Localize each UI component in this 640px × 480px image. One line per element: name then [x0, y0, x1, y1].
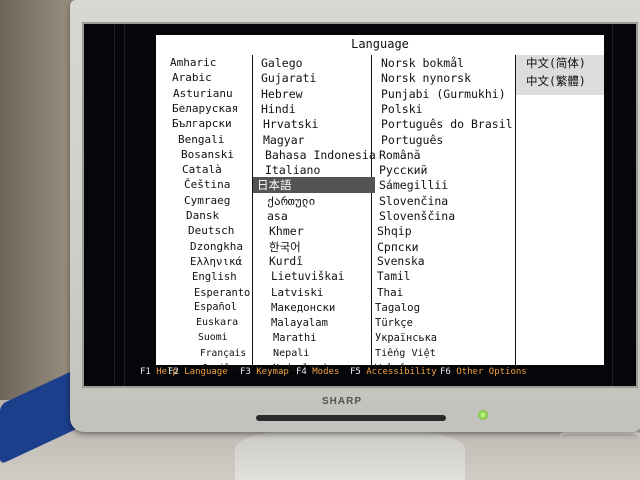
language-option[interactable]: Punjabi (Gurmukhi)	[371, 86, 525, 102]
language-option[interactable]: Tamil	[371, 269, 521, 285]
fkey-keymap[interactable]: F3 Keymap	[240, 367, 289, 377]
language-option[interactable]: 한국어	[253, 239, 387, 255]
language-column-4: 中文(简体) 中文(繁體)	[516, 55, 604, 365]
language-option[interactable]: Thai	[371, 285, 521, 301]
fkey-label: Other Options	[456, 367, 527, 377]
language-option[interactable]: Türkçe	[371, 315, 519, 331]
language-option[interactable]: Português	[371, 132, 525, 148]
language-option[interactable]: Khmer	[253, 223, 387, 239]
monitor-brand: SHARP	[322, 396, 363, 407]
language-option[interactable]: Kurdî	[253, 254, 387, 270]
screen-scanline	[114, 24, 115, 386]
language-option[interactable]: Bahasa Indonesia	[253, 147, 383, 163]
language-option[interactable]: Sámegillii	[371, 177, 523, 193]
language-option[interactable]: Hindi	[253, 101, 379, 117]
language-option[interactable]: Galego	[253, 55, 379, 71]
white-cable	[560, 430, 640, 444]
language-option[interactable]: asa	[253, 208, 385, 224]
fkey-key: F1	[140, 367, 157, 377]
language-option[interactable]: Malayalam	[253, 315, 389, 331]
language-option[interactable]: Svenska	[371, 254, 521, 270]
fkey-key: F3	[240, 367, 257, 377]
language-option[interactable]: 中文(繁體)	[516, 73, 614, 89]
language-option[interactable]: Українська	[371, 330, 519, 346]
fkey-other-options[interactable]: F6 Other Options	[440, 367, 527, 377]
language-column-3: Norsk bokmål Norsk nynorsk Punjabi (Gurmuk…	[371, 55, 519, 374]
language-option[interactable]: Norsk nynorsk	[371, 70, 525, 86]
language-option[interactable]: Polski	[371, 101, 525, 117]
language-option[interactable]: Norsk bokmål	[371, 55, 525, 71]
language-option[interactable]: Amharic	[156, 55, 266, 71]
language-option[interactable]: Русский	[371, 162, 523, 178]
language-option[interactable]: Gujarati	[253, 70, 379, 86]
fkey-label: Accessibility	[366, 367, 437, 377]
language-option[interactable]: 中文(简体)	[516, 55, 614, 71]
fkey-accessibility[interactable]: F5 Accessibility	[350, 367, 437, 377]
language-option[interactable]: Lietuviškai	[253, 269, 389, 285]
language-option[interactable]: Tiếng Việt	[371, 346, 519, 362]
power-led-icon	[478, 410, 488, 420]
language-option[interactable]: Italiano	[253, 162, 383, 178]
fkey-key: F4	[296, 367, 313, 377]
monitor-stand	[235, 428, 465, 480]
language-option[interactable]: Shqip	[371, 223, 521, 239]
fkey-key: F5	[350, 367, 367, 377]
fkey-label: Modes	[312, 367, 340, 377]
monitor-screen: Language Amharic Arabic Asturianu Беларуска…	[82, 22, 638, 388]
dialog-title: Language	[351, 37, 409, 51]
language-option[interactable]: Српски	[371, 239, 521, 255]
fkey-key: F2	[168, 367, 185, 377]
language-column-1: Amharic Arabic Asturianu Беларуская Българск…	[156, 55, 252, 374]
monitor-button-strip	[256, 415, 446, 421]
language-option[interactable]: Magyar	[253, 132, 381, 148]
language-option[interactable]: 日本語	[253, 177, 375, 194]
screen-scanline	[124, 24, 125, 386]
language-option[interactable]: Slovenščina	[371, 208, 523, 224]
language-option[interactable]: Tagalog	[371, 300, 519, 316]
function-key-bar: F1 Help F2 Language F3 Keymap F4 Modes F5 Ac…	[140, 367, 620, 381]
language-option[interactable]: Македонски	[253, 300, 389, 316]
language-option[interactable]: ქართული	[253, 193, 385, 209]
fkey-label: Keymap	[256, 367, 289, 377]
language-option[interactable]: Hebrew	[253, 86, 379, 102]
language-option[interactable]: Hrvatski	[253, 116, 381, 132]
language-option[interactable]: Português do Brasil	[371, 116, 525, 132]
fkey-key: F6	[440, 367, 457, 377]
fkey-label: Language	[184, 367, 228, 377]
fkey-language[interactable]: F2 Language	[168, 367, 228, 377]
language-option[interactable]: Latviski	[253, 285, 389, 301]
language-option[interactable]: Slovenčina	[371, 193, 523, 209]
language-option[interactable]: Română	[371, 147, 523, 163]
language-column-2: Galego Gujarati Hebrew Hindi Hrvatski Magyar B…	[252, 55, 376, 374]
fkey-modes[interactable]: F4 Modes	[296, 367, 339, 377]
language-dialog: Language Amharic Arabic Asturianu Беларуска…	[156, 35, 604, 374]
